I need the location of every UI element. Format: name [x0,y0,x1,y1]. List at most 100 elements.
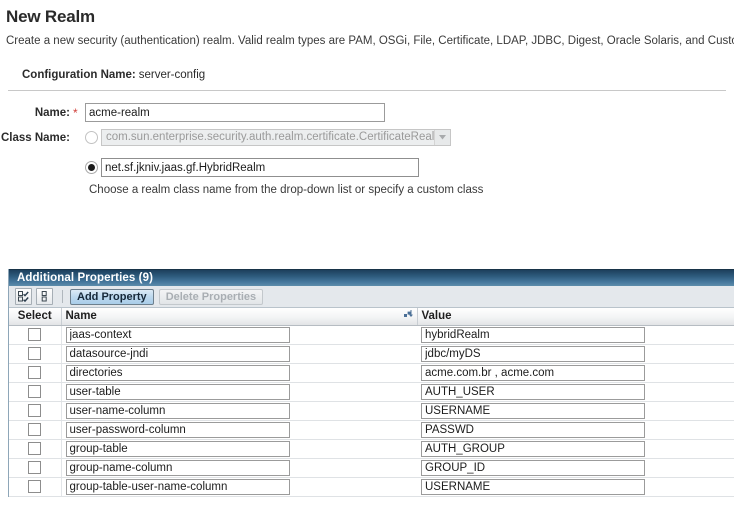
properties-table-body [9,325,734,497]
table-row [9,477,734,497]
deselect-all-icon[interactable] [36,288,53,305]
property-name-input[interactable] [65,345,290,362]
row-select-cell [9,401,62,421]
delete-properties-button: Delete Properties [158,288,264,305]
panel-title: Additional Properties (9) [9,269,734,286]
configuration-name-label: Configuration Name: [22,69,136,81]
table-row [9,344,734,364]
property-name-cell [61,401,417,421]
column-header-value[interactable]: Value [417,308,734,326]
table-row [9,439,734,459]
property-value-cell [417,382,734,402]
property-name-cell [61,439,417,459]
property-name-input[interactable] [65,478,290,495]
class-name-row: Class Name: com.sun.enterprise.security.… [0,129,734,146]
custom-class-input[interactable] [101,158,419,177]
name-row: Name: * [0,103,734,122]
table-row [9,382,734,402]
row-select-cell [9,477,62,497]
property-value-input[interactable] [421,345,645,362]
row-select-checkbox[interactable] [28,366,42,379]
property-value-cell [417,439,734,459]
panel-toolbar: Add Property Delete Properties [9,286,734,308]
required-marker: * [73,105,78,120]
column-header-select[interactable]: Select [9,308,62,326]
table-row [9,420,734,440]
property-value-cell [417,325,734,345]
chevron-down-icon [434,130,450,145]
property-name-input[interactable] [65,421,290,438]
select-all-icon[interactable] [15,288,32,305]
radio-predefined-class[interactable] [85,131,98,144]
property-name-input[interactable] [65,364,290,381]
name-input[interactable] [85,103,385,122]
new-realm-page: New Realm Create a new security (authent… [0,7,734,511]
toolbar-divider [62,290,63,303]
name-label: Name: [34,106,70,119]
row-select-checkbox[interactable] [28,404,42,417]
row-select-cell [9,325,62,345]
table-header-row: Select Name Value [9,308,734,326]
additional-properties-panel: Additional Properties (9) Add Property D… [8,269,734,497]
property-value-input[interactable] [421,421,645,438]
realm-form: Name: * Class Name: com.sun.enterprise.s… [0,103,734,196]
property-value-cell [417,344,734,364]
row-select-checkbox[interactable] [28,461,42,474]
property-value-input[interactable] [421,326,645,343]
row-select-cell [9,420,62,440]
property-value-input[interactable] [421,478,645,495]
class-name-select-value: com.sun.enterprise.security.auth.realm.c… [106,131,434,143]
property-name-input[interactable] [65,459,290,476]
property-name-cell [61,477,417,497]
add-property-button[interactable]: Add Property [70,288,154,305]
properties-table: Select Name Value jaas-context hybridRea… [9,308,734,497]
property-name-cell [61,363,417,383]
table-row [9,363,734,383]
table-row [9,458,734,478]
row-select-cell [9,458,62,478]
row-select-checkbox[interactable] [28,328,42,341]
row-select-cell [9,344,62,364]
row-select-checkbox[interactable] [28,480,42,493]
class-name-select[interactable]: com.sun.enterprise.security.auth.realm.c… [101,129,451,146]
class-name-label: Class Name: [0,131,70,144]
property-value-input[interactable] [421,402,645,419]
property-value-cell [417,458,734,478]
row-select-checkbox[interactable] [28,347,42,360]
property-value-input[interactable] [421,440,645,457]
row-select-checkbox[interactable] [28,442,42,455]
property-name-input[interactable] [65,383,290,400]
column-header-name-label: Name [65,310,97,323]
property-name-input[interactable] [65,440,290,457]
column-header-name[interactable]: Name [61,308,418,326]
row-select-cell [9,363,62,383]
property-value-input[interactable] [421,383,645,400]
property-value-cell [417,477,734,497]
property-name-input[interactable] [65,402,290,419]
configuration-name-row: Configuration Name: server-config [22,69,734,81]
property-name-cell [61,382,417,402]
property-name-cell [61,420,417,440]
property-value-cell [417,420,734,440]
configuration-name-value: server-config [138,69,206,81]
property-name-cell [61,325,417,345]
row-select-cell [9,382,62,402]
property-name-cell [61,458,417,478]
radio-custom-class[interactable] [85,161,98,174]
sort-icon[interactable] [403,310,413,322]
row-select-cell [9,439,62,459]
page-description: Create a new security (authentication) r… [6,35,734,47]
table-row [9,325,734,345]
table-row [9,401,734,421]
property-name-input[interactable] [65,326,290,343]
property-name-cell [61,344,417,364]
property-value-input[interactable] [421,364,645,381]
row-select-checkbox[interactable] [28,385,42,398]
property-value-cell [417,363,734,383]
property-value-input[interactable] [421,459,645,476]
page-title: New Realm [6,7,95,26]
class-name-help-text: Choose a realm class name from the drop-… [89,184,484,196]
header-divider [8,90,726,91]
row-select-checkbox[interactable] [28,423,42,436]
property-value-cell [417,401,734,421]
